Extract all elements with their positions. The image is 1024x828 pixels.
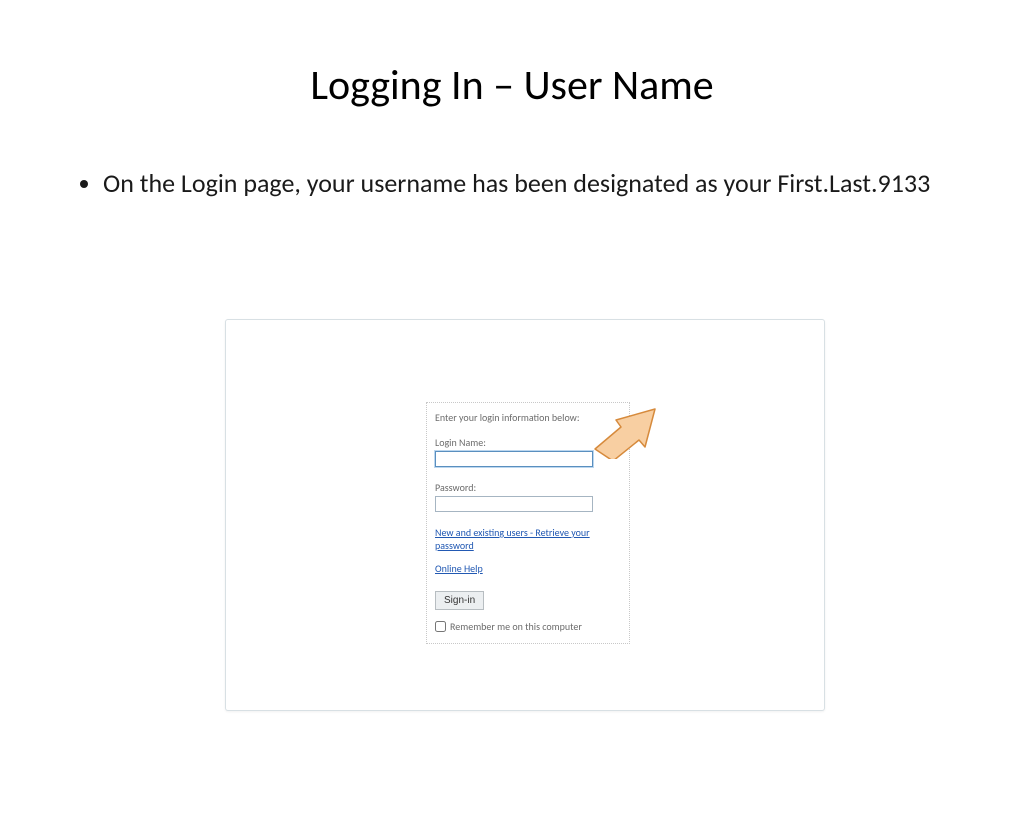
remember-checkbox[interactable]: [435, 621, 446, 632]
bullet-list: On the Login page, your username has bee…: [75, 166, 964, 201]
retrieve-password-line: New and existing users - Retrieve your p…: [435, 526, 621, 552]
remember-label: Remember me on this computer: [450, 620, 582, 633]
password-label: Password:: [435, 481, 621, 494]
online-help-line: Online Help: [435, 562, 621, 575]
password-group: Password:: [435, 481, 621, 512]
bullet-item: On the Login page, your username has bee…: [103, 166, 964, 201]
slide-title: Logging In – User Name: [0, 60, 1024, 111]
retrieve-password-link[interactable]: New and existing users - Retrieve your p…: [435, 526, 590, 552]
login-name-label: Login Name:: [435, 436, 621, 449]
password-input[interactable]: [435, 496, 593, 512]
login-instruction: Enter your login information below:: [435, 411, 621, 424]
sign-in-button[interactable]: Sign-in: [435, 591, 484, 610]
login-form-box: Enter your login information below: Logi…: [426, 402, 630, 644]
login-name-input[interactable]: [435, 451, 593, 467]
login-screenshot-panel: Enter your login information below: Logi…: [225, 319, 825, 711]
remember-row: Remember me on this computer: [435, 620, 621, 633]
login-name-group: Login Name:: [435, 436, 621, 467]
online-help-link[interactable]: Online Help: [435, 562, 483, 575]
